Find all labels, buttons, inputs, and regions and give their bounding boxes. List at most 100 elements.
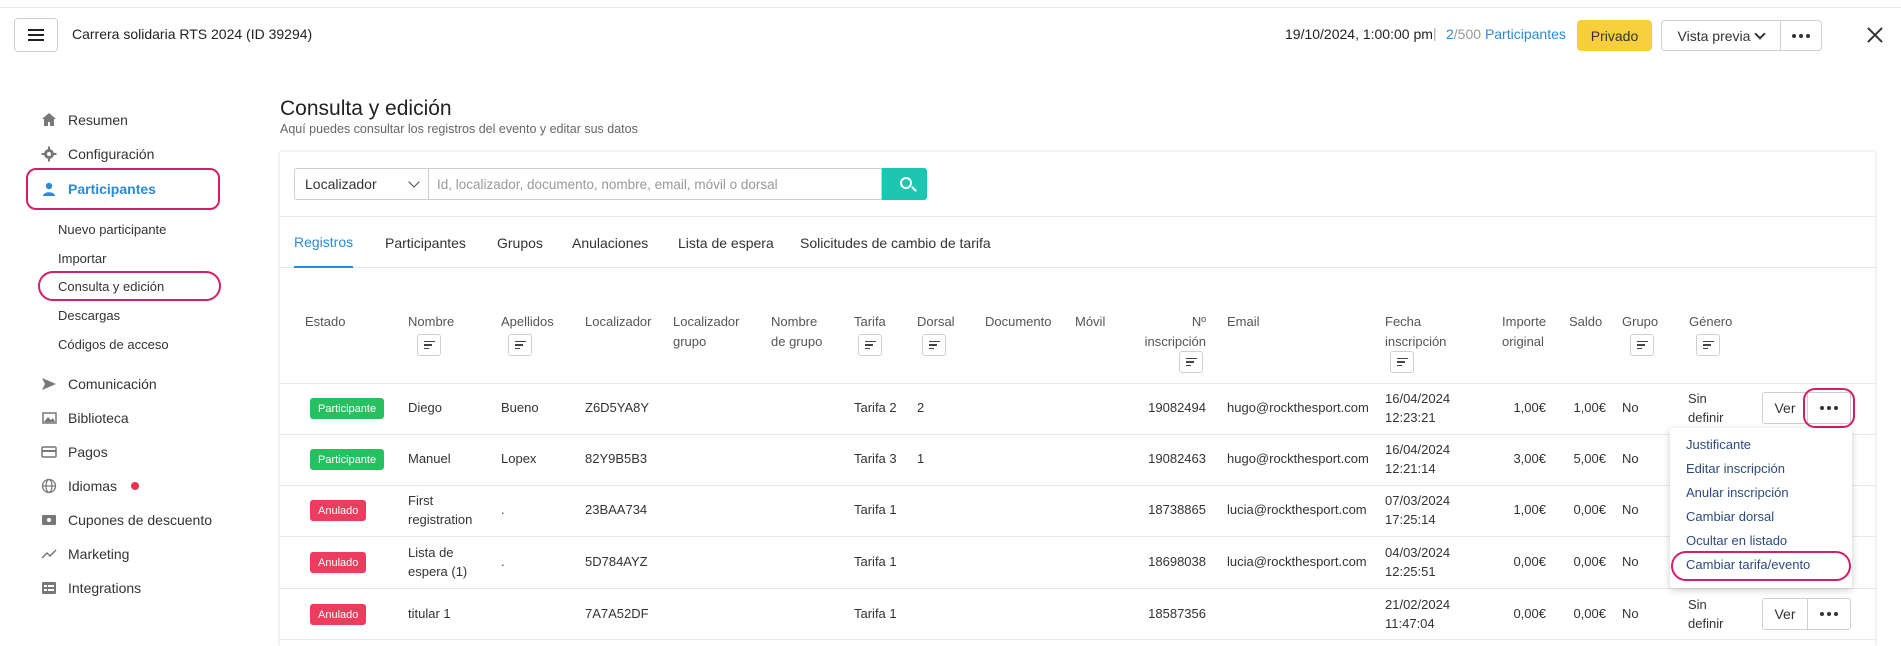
sort-genero-button[interactable] xyxy=(1696,334,1720,356)
status-badge: Participante xyxy=(310,398,385,419)
close-icon[interactable] xyxy=(1865,25,1885,45)
status-badge: Participante xyxy=(310,449,385,470)
cell-inscripcion: 19082494 xyxy=(1148,400,1206,415)
more-dots-icon xyxy=(1820,612,1838,616)
cell-inscripcion: 18698038 xyxy=(1148,554,1206,569)
col-inscripcion-line1: Nº xyxy=(1191,314,1206,329)
cell-fecha: 16/04/2024 12:21:14 xyxy=(1385,440,1450,478)
menu-item-ocultar-listado[interactable]: Ocultar en listado xyxy=(1686,533,1787,548)
tab-solicitudes-cambio[interactable]: Solicitudes de cambio de tarifa xyxy=(800,217,991,268)
col-fecha-line2: inscripción xyxy=(1385,334,1447,349)
subitem-consulta-edicion[interactable]: Consulta y edición xyxy=(58,279,164,294)
cell-email: lucia@rockthesport.com xyxy=(1227,554,1367,569)
cell-importe: 0,00€ xyxy=(1513,554,1546,569)
sort-apellidos-button[interactable] xyxy=(508,334,532,356)
subitem-descargas[interactable]: Descargas xyxy=(58,308,120,323)
event-title: Carrera solidaria RTS 2024 (ID 39294) xyxy=(72,26,313,42)
sidebar-item-participantes[interactable]: Participantes xyxy=(40,177,156,201)
cell-fecha-date: 04/03/2024 xyxy=(1385,545,1451,560)
tab-participantes[interactable]: Participantes xyxy=(385,217,466,268)
cell-importe: 0,00€ xyxy=(1513,606,1546,621)
tab-registros[interactable]: Registros xyxy=(294,217,354,268)
highlight-cambiar-tarifa xyxy=(1671,551,1851,581)
cell-apellidos: Bueno xyxy=(501,400,539,415)
sort-dorsal-button[interactable] xyxy=(922,334,946,356)
subitem-importar[interactable]: Importar xyxy=(58,251,106,266)
col-genero: Género xyxy=(1689,314,1733,329)
cell-tarifa: Tarifa 1 xyxy=(854,554,897,569)
col-localizador-grupo-line1: Localizador xyxy=(673,314,740,329)
col-fecha-line1: Fecha xyxy=(1385,314,1422,329)
ver-button[interactable]: Ver xyxy=(1762,598,1808,630)
col-nombre-grupo-line2: de grupo xyxy=(771,334,823,349)
sort-nombre-button[interactable] xyxy=(417,334,441,356)
row-more-button[interactable] xyxy=(1807,598,1851,630)
menu-item-anular-inscripcion[interactable]: Anular inscripción xyxy=(1686,485,1789,500)
tab-grupos[interactable]: Grupos xyxy=(497,217,543,268)
search-button[interactable] xyxy=(882,168,927,200)
cell-importe: 3,00€ xyxy=(1513,451,1546,466)
sidebar-item-integrations[interactable]: Integrations xyxy=(40,576,141,600)
subitem-nuevo-participante[interactable]: Nuevo participante xyxy=(58,222,166,237)
preview-button[interactable]: Vista previa xyxy=(1661,20,1781,51)
images-icon xyxy=(40,409,58,427)
col-importe-line2: original xyxy=(1502,334,1544,349)
cell-fecha: 21/02/2024 11:47:04 xyxy=(1385,595,1450,633)
participants-max: /500 xyxy=(1453,26,1482,42)
tab-anulaciones[interactable]: Anulaciones xyxy=(572,217,648,268)
col-email: Email xyxy=(1227,314,1260,329)
subitem-codigos-acceso[interactable]: Códigos de acceso xyxy=(58,337,169,352)
globe-icon xyxy=(40,477,58,495)
chevron-down-icon xyxy=(408,176,420,188)
ver-button[interactable]: Ver xyxy=(1762,392,1808,424)
cell-saldo: 0,00€ xyxy=(1573,606,1606,621)
cell-inscripcion: 18587356 xyxy=(1148,606,1206,621)
sidebar-item-label: Configuración xyxy=(68,146,155,162)
tab-lista-espera[interactable]: Lista de espera xyxy=(678,217,774,268)
col-estado: Estado xyxy=(305,314,346,329)
sort-grupo-button[interactable] xyxy=(1630,334,1654,356)
sidebar-item-cupones[interactable]: Cupones de descuento xyxy=(40,508,212,532)
menu-item-editar-inscripcion[interactable]: Editar inscripción xyxy=(1686,461,1785,476)
col-tarifa: Tarifa xyxy=(854,314,886,329)
sidebar-item-pagos[interactable]: Pagos xyxy=(40,440,108,464)
sidebar-item-resumen[interactable]: Resumen xyxy=(40,108,128,132)
cell-genero-line2: definir xyxy=(1688,616,1724,631)
sort-tarifa-button[interactable] xyxy=(858,334,882,356)
search-type-select[interactable]: Localizador xyxy=(294,168,429,200)
user-icon xyxy=(40,180,58,198)
menu-item-justificante[interactable]: Justificante xyxy=(1686,437,1751,452)
col-localizador: Localizador xyxy=(585,314,652,329)
cell-nombre: Lista de espera (1) xyxy=(408,543,467,581)
menu-item-cambiar-dorsal[interactable]: Cambiar dorsal xyxy=(1686,509,1774,524)
search-input[interactable] xyxy=(429,168,882,200)
cell-email: hugo@rockthesport.com xyxy=(1227,451,1369,466)
participants-count-link[interactable]: 2/500 Participantes xyxy=(1446,26,1566,42)
header-separator: | xyxy=(1433,25,1437,41)
home-icon xyxy=(40,111,58,129)
sidebar-item-comunicacion[interactable]: Comunicación xyxy=(40,372,157,396)
col-nombre-grupo: Nombre de grupo xyxy=(771,312,822,352)
search-bar: Localizador xyxy=(294,168,927,200)
sidebar-item-idiomas[interactable]: Idiomas xyxy=(40,474,140,498)
sort-inscripcion-button[interactable] xyxy=(1179,351,1203,373)
sort-fecha-button[interactable] xyxy=(1390,351,1414,373)
cell-nombre-line1: First xyxy=(408,493,434,508)
ticket-icon xyxy=(40,511,58,529)
menu-button[interactable] xyxy=(14,18,58,52)
sidebar-item-biblioteca[interactable]: Biblioteca xyxy=(40,406,129,430)
privacy-button[interactable]: Privado xyxy=(1577,20,1652,51)
list-icon xyxy=(40,579,58,597)
cell-importe: 1,00€ xyxy=(1513,400,1546,415)
cell-saldo: 1,00€ xyxy=(1573,400,1606,415)
col-nombre-grupo-line1: Nombre xyxy=(771,314,818,329)
cell-email: lucia@rockthesport.com xyxy=(1227,502,1367,517)
header-more-button[interactable] xyxy=(1780,20,1822,51)
sidebar-item-marketing[interactable]: Marketing xyxy=(40,542,129,566)
cell-genero: Sin definir xyxy=(1688,389,1723,427)
row-divider xyxy=(280,434,1875,435)
col-fecha: Fecha inscripción xyxy=(1385,312,1446,352)
sidebar-item-configuracion[interactable]: Configuración xyxy=(40,142,154,166)
records-panel: Localizador Registros Participantes Grup… xyxy=(280,152,1875,646)
row-divider xyxy=(280,588,1875,589)
